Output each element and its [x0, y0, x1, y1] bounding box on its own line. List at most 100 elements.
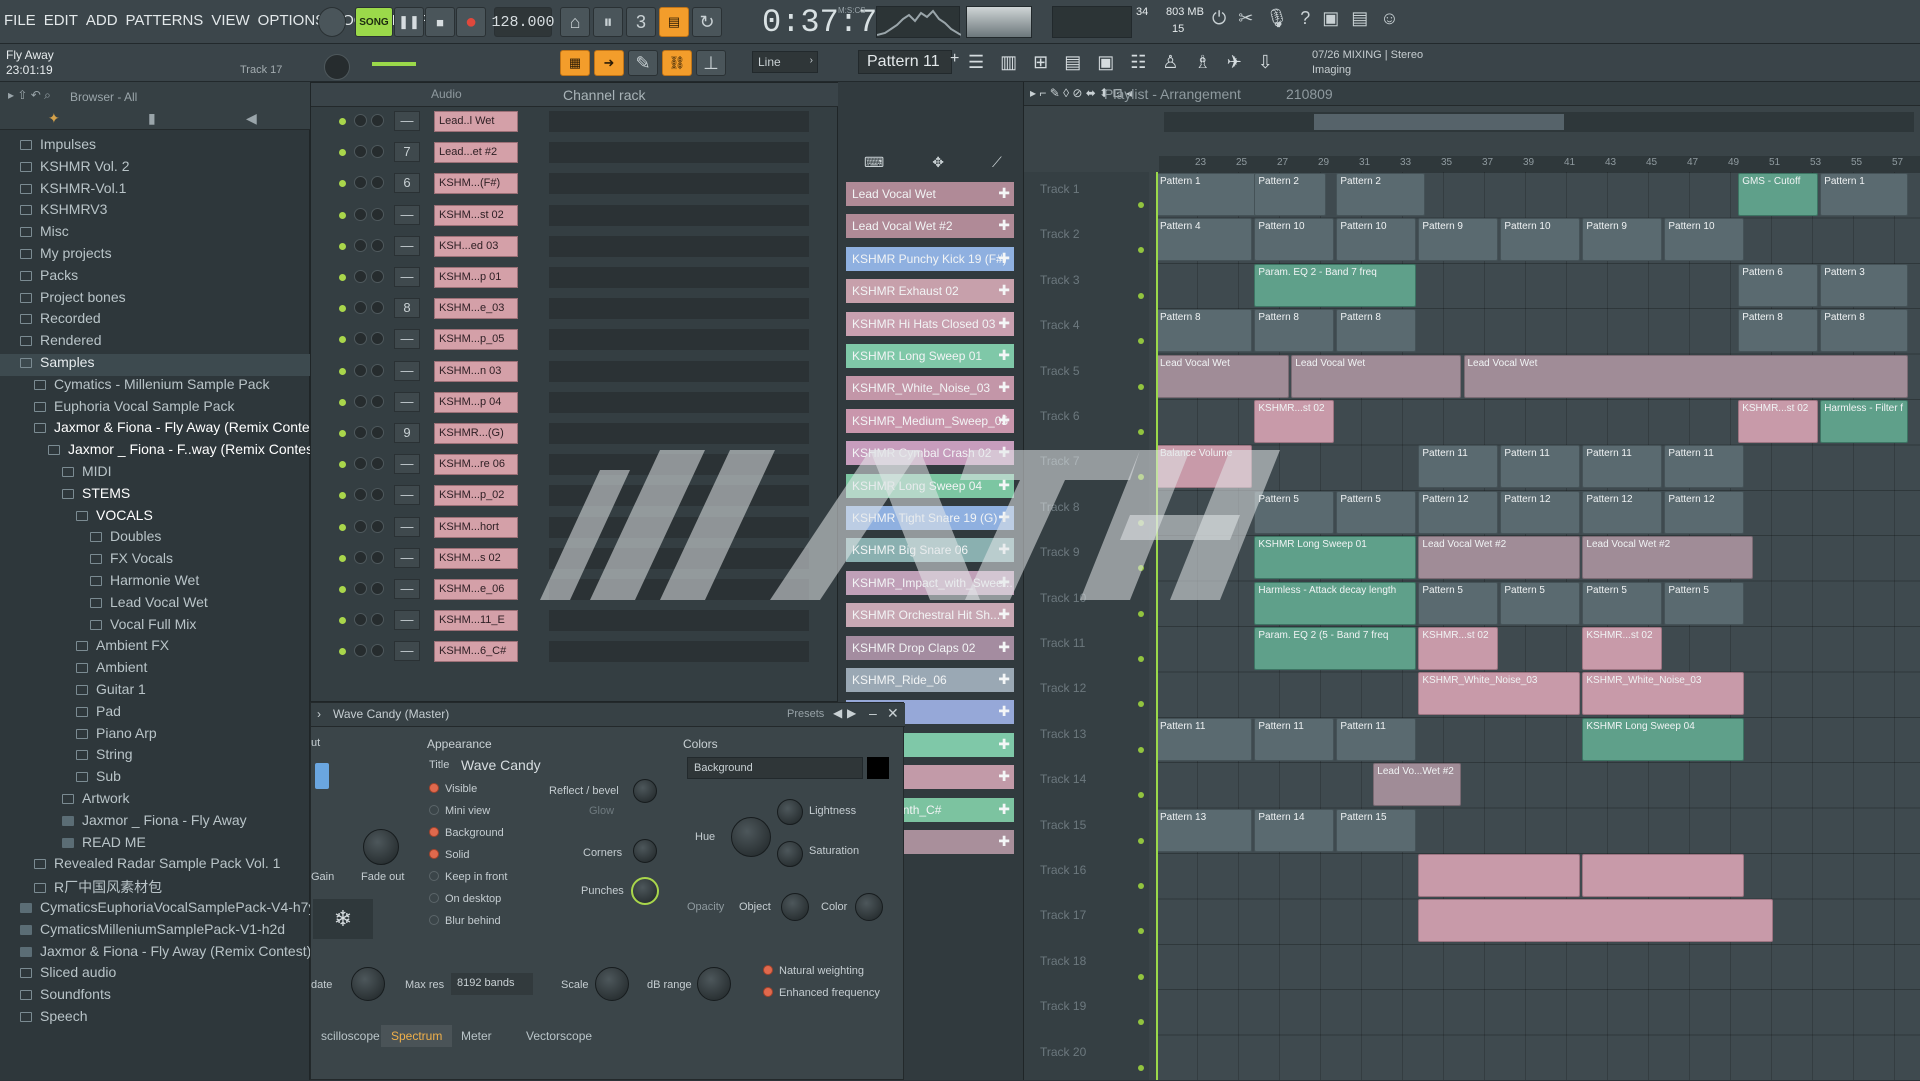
object-opacity-knob[interactable] — [781, 893, 809, 921]
curve-icon[interactable]: ⟋ — [992, 154, 1002, 171]
appearance-option[interactable]: Solid — [429, 849, 469, 861]
overview-viewport[interactable] — [1314, 114, 1564, 130]
channel-mute-led[interactable] — [339, 211, 346, 219]
playlist-clip[interactable] — [1418, 854, 1581, 897]
track-label[interactable]: Track 9 — [1040, 545, 1080, 559]
tempo-display[interactable]: 128.000 — [492, 7, 555, 37]
channel-pan-knob[interactable] — [371, 332, 384, 346]
track-label[interactable]: Track 11 — [1040, 636, 1085, 650]
channel-step-area[interactable] — [549, 641, 809, 663]
channel-volume-knob[interactable] — [354, 426, 367, 439]
playlist-clip[interactable]: Pattern 11 — [1156, 717, 1253, 761]
channel-name-button[interactable]: KSHM...hort — [434, 516, 518, 538]
playlist-clip[interactable]: Pattern 10 — [1664, 218, 1745, 262]
channel-pan-knob[interactable] — [371, 301, 384, 315]
playlist-clip[interactable]: Pattern 9 — [1582, 218, 1663, 262]
channel-mixer-track[interactable]: — — [394, 610, 420, 631]
playlist-clip[interactable]: Pattern 5 — [1664, 581, 1745, 625]
metronome-button[interactable]: ⌂ — [560, 7, 590, 37]
channel-row[interactable]: — KSHM...s 02 — [319, 546, 839, 572]
menu-file[interactable]: FILE — [0, 12, 40, 29]
song-mode-toggle[interactable]: SONG — [355, 7, 393, 37]
loop-record-button[interactable]: ↻ — [692, 7, 722, 37]
track-label[interactable]: Track 3 — [1040, 273, 1080, 287]
channel-step-area[interactable] — [549, 298, 809, 320]
master-volume-knob[interactable] — [318, 7, 346, 37]
playlist-clip[interactable] — [1418, 899, 1774, 943]
playlist-clip[interactable]: KSHMR_White_Noise_03 — [1418, 672, 1581, 716]
browser-item[interactable]: Pad — [0, 703, 310, 725]
track-enable-led[interactable] — [1138, 1019, 1144, 1026]
channel-pan-knob[interactable] — [371, 644, 384, 658]
channel-mixer-track[interactable]: 7 — [394, 142, 420, 163]
channel-pan-knob[interactable] — [371, 394, 384, 408]
browser-item[interactable]: Jaxmor & Fiona - Fly Away (Remix Contest… — [0, 943, 310, 965]
channel-mute-led[interactable] — [339, 554, 346, 562]
browser-item[interactable]: FX Vocals — [0, 550, 310, 572]
track-enable-led[interactable] — [1138, 837, 1144, 844]
channel-mixer-track[interactable]: — — [394, 547, 420, 568]
channel-name-button[interactable]: KSHM...6_C# — [434, 641, 518, 663]
track-label[interactable]: Track 15 — [1040, 818, 1086, 832]
browser-item[interactable]: KSHMRV3 — [0, 201, 310, 223]
track-label[interactable]: Track 17 — [1040, 908, 1086, 922]
channel-volume-knob[interactable] — [354, 582, 367, 595]
track-label[interactable]: Track 8 — [1040, 500, 1080, 514]
track-enable-led[interactable] — [1138, 746, 1144, 753]
channel-mixer-track[interactable]: — — [394, 516, 420, 537]
playlist-clip[interactable]: KSHMR Long Sweep 01 — [1254, 536, 1417, 580]
playlist-clip[interactable]: KSHMR...st 02 — [1582, 627, 1663, 670]
channel-volume-knob[interactable] — [354, 238, 367, 252]
playlist-clip[interactable]: Pattern 3 — [1820, 263, 1909, 307]
mixer-icon[interactable]: ☰ — [968, 52, 984, 73]
channel-pan-knob[interactable] — [371, 613, 384, 627]
playlist-clip[interactable]: Lead Vo...Wet #2 — [1373, 763, 1462, 807]
playlist-clip[interactable]: Pattern 5 — [1336, 490, 1417, 534]
plugin-icon[interactable]: ▣ — [1097, 52, 1114, 73]
channel-mute-led[interactable] — [339, 149, 346, 157]
browser-item[interactable]: Rendered — [0, 332, 310, 354]
channel-mixer-track[interactable]: — — [394, 235, 420, 256]
playlist-clip[interactable]: Pattern 9 — [1418, 218, 1499, 262]
channel-volume-knob[interactable] — [354, 613, 367, 627]
picker-item[interactable]: KSHMR_White_Noise_03 ✚ — [846, 376, 1014, 401]
browser-item[interactable]: Artwork — [0, 790, 310, 812]
channel-row[interactable]: — KSHM...st 02 — [319, 203, 839, 229]
appearance-option[interactable]: Blur behind — [429, 915, 501, 927]
playlist-clip[interactable]: Pattern 2 — [1254, 173, 1327, 216]
save-icon[interactable]: ▣ — [1322, 8, 1339, 29]
browser-item[interactable]: CymaticsMilleniumSamplePack-V1-h2d — [0, 921, 310, 943]
channel-pan-knob[interactable] — [371, 176, 384, 190]
browser-item[interactable]: STEMS — [0, 485, 310, 507]
channel-volume-knob[interactable] — [354, 394, 367, 408]
draw-tool-button[interactable]: ✎ — [628, 50, 658, 76]
channel-mixer-track[interactable]: — — [394, 641, 420, 662]
browser-item[interactable]: Euphoria Vocal Sample Pack — [0, 398, 310, 420]
track-enable-led[interactable] — [1138, 474, 1144, 481]
channel-name-button[interactable]: KSHM...e_06 — [434, 579, 518, 600]
playlist-clip[interactable]: Pattern 8 — [1820, 309, 1909, 353]
channel-volume-knob[interactable] — [354, 457, 367, 471]
channel-row[interactable]: — KSHM...re 06 — [319, 452, 839, 478]
playlist-clip[interactable]: Lead Vocal Wet — [1291, 354, 1462, 398]
playlist-clip[interactable]: KSHMR...st 02 — [1254, 400, 1335, 443]
punches-knob[interactable] — [631, 877, 659, 905]
bird-icon[interactable]: ✈ — [1227, 52, 1242, 73]
channel-name-button[interactable]: KSHM...(F#) — [434, 173, 518, 195]
channel-step-area[interactable] — [549, 360, 809, 382]
track-label[interactable]: Track 6 — [1040, 409, 1080, 423]
channel-name-button[interactable]: KSHM...st 02 — [434, 204, 518, 226]
channel-name-button[interactable]: KSHM...11_E — [434, 610, 518, 632]
playlist-clip[interactable]: Pattern 12 — [1582, 490, 1663, 534]
master-pitch-slider[interactable] — [372, 62, 416, 66]
microphone-icon[interactable]: 🎙 — [1265, 8, 1288, 29]
appearance-option[interactable]: Visible — [429, 783, 477, 795]
playlist-clip[interactable]: GMS - Cutoff — [1738, 173, 1819, 216]
browser-item[interactable]: MIDI — [0, 463, 310, 485]
add-pattern-icon[interactable]: + — [950, 50, 962, 74]
browser-item[interactable]: Lead Vocal Wet — [0, 594, 310, 616]
channel-row[interactable]: 8 KSHM...e_03 — [319, 296, 839, 322]
browser-icon[interactable]: ▤ — [1064, 52, 1081, 73]
browser-item[interactable]: Sliced audio — [0, 964, 310, 986]
channel-step-area[interactable] — [549, 173, 809, 195]
